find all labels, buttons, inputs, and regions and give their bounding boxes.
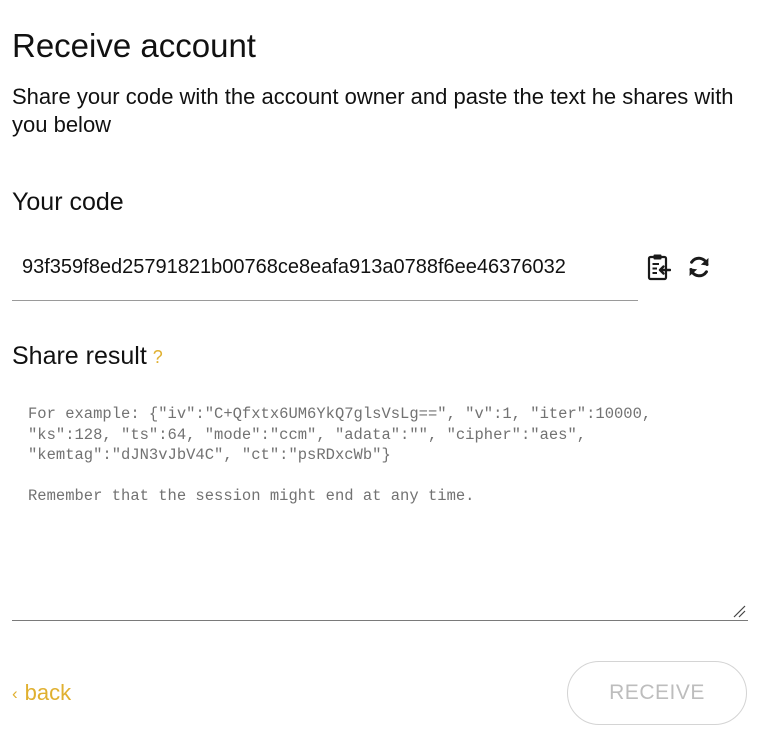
receive-button[interactable]: RECEIVE [567,661,747,725]
share-result-container [12,392,748,621]
refresh-icon [689,256,709,278]
page-description: Share your code with the account owner a… [12,84,734,137]
chevron-left-icon: ‹ [12,684,18,703]
page-title: Receive account [12,27,256,64]
help-icon[interactable]: ? [153,347,163,367]
back-label: back [24,680,72,705]
share-result-label-text: Share result [12,342,147,370]
resize-handle-icon[interactable] [732,604,746,618]
clipboard-copy-icon [647,254,671,281]
your-code-value[interactable]: 93f359f8ed25791821b00768ce8eafa913a0788f… [22,254,634,280]
back-link[interactable]: ‹ back [12,678,71,708]
share-result-label: Share result? [12,340,163,373]
copy-code-button[interactable] [646,252,672,282]
your-code-field[interactable]: 93f359f8ed25791821b00768ce8eafa913a0788f… [12,242,638,301]
share-result-input[interactable] [12,392,748,620]
refresh-code-button[interactable] [686,252,712,282]
your-code-label: Your code [12,188,124,216]
